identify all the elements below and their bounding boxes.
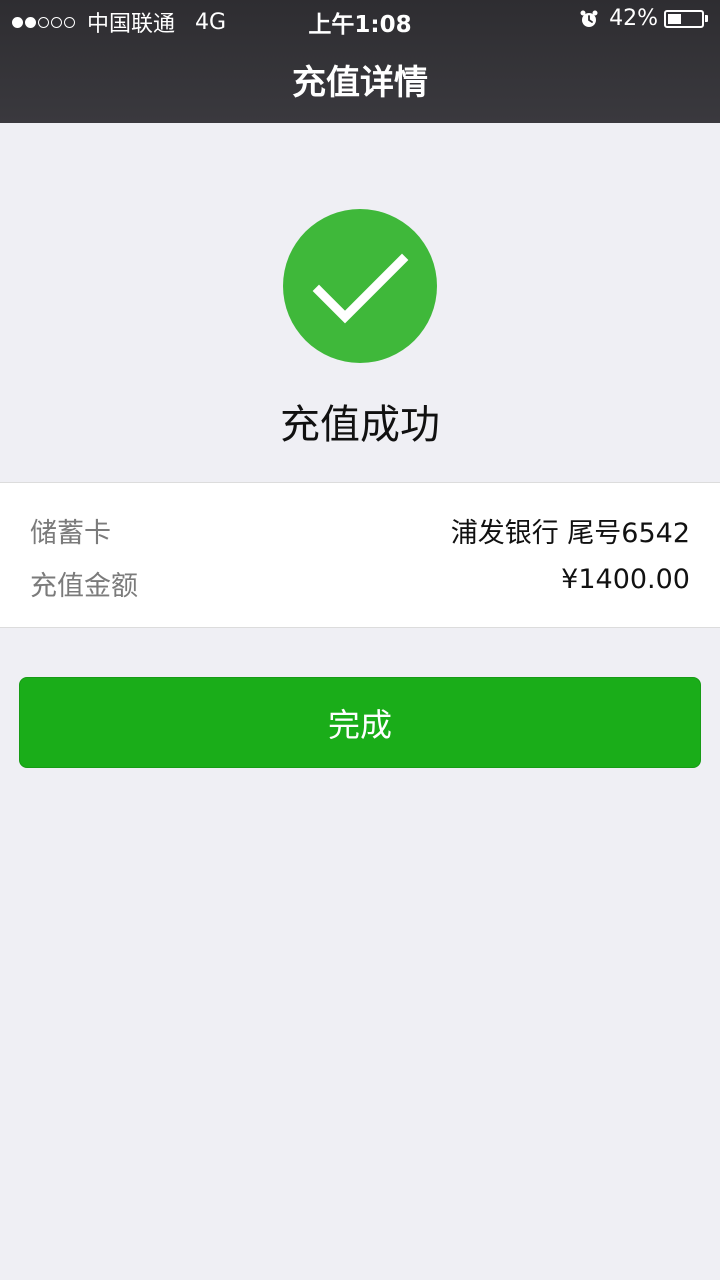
detail-card: 储蓄卡 浦发银行 尾号6542 充值金额 ¥1400.00: [0, 482, 720, 628]
battery-icon: [664, 9, 704, 28]
header: 中国联通 4G 上午1:08 42% 充值详情: [0, 0, 720, 123]
alarm-clock-icon: [580, 10, 598, 27]
battery-percent: 42%: [609, 6, 658, 31]
status-right: 42%: [579, 6, 708, 31]
status-bar: 中国联通 4G 上午1:08 42%: [0, 0, 720, 40]
detail-label: 储蓄卡: [30, 518, 111, 549]
done-button[interactable]: 完成: [19, 677, 701, 768]
page-title: 充值详情: [292, 63, 428, 103]
detail-label: 充值金额: [30, 571, 138, 602]
battery-level: [668, 13, 682, 24]
detail-row-amount: 充值金额 ¥1400.00: [30, 564, 690, 603]
detail-row-card: 储蓄卡 浦发银行 尾号6542: [30, 511, 690, 550]
battery-cap: [705, 15, 708, 22]
result-title: 充值成功: [280, 402, 440, 448]
check-circle-icon: [283, 209, 437, 363]
detail-value: 浦发银行 尾号6542: [450, 518, 690, 549]
detail-value: ¥1400.00: [561, 564, 690, 595]
